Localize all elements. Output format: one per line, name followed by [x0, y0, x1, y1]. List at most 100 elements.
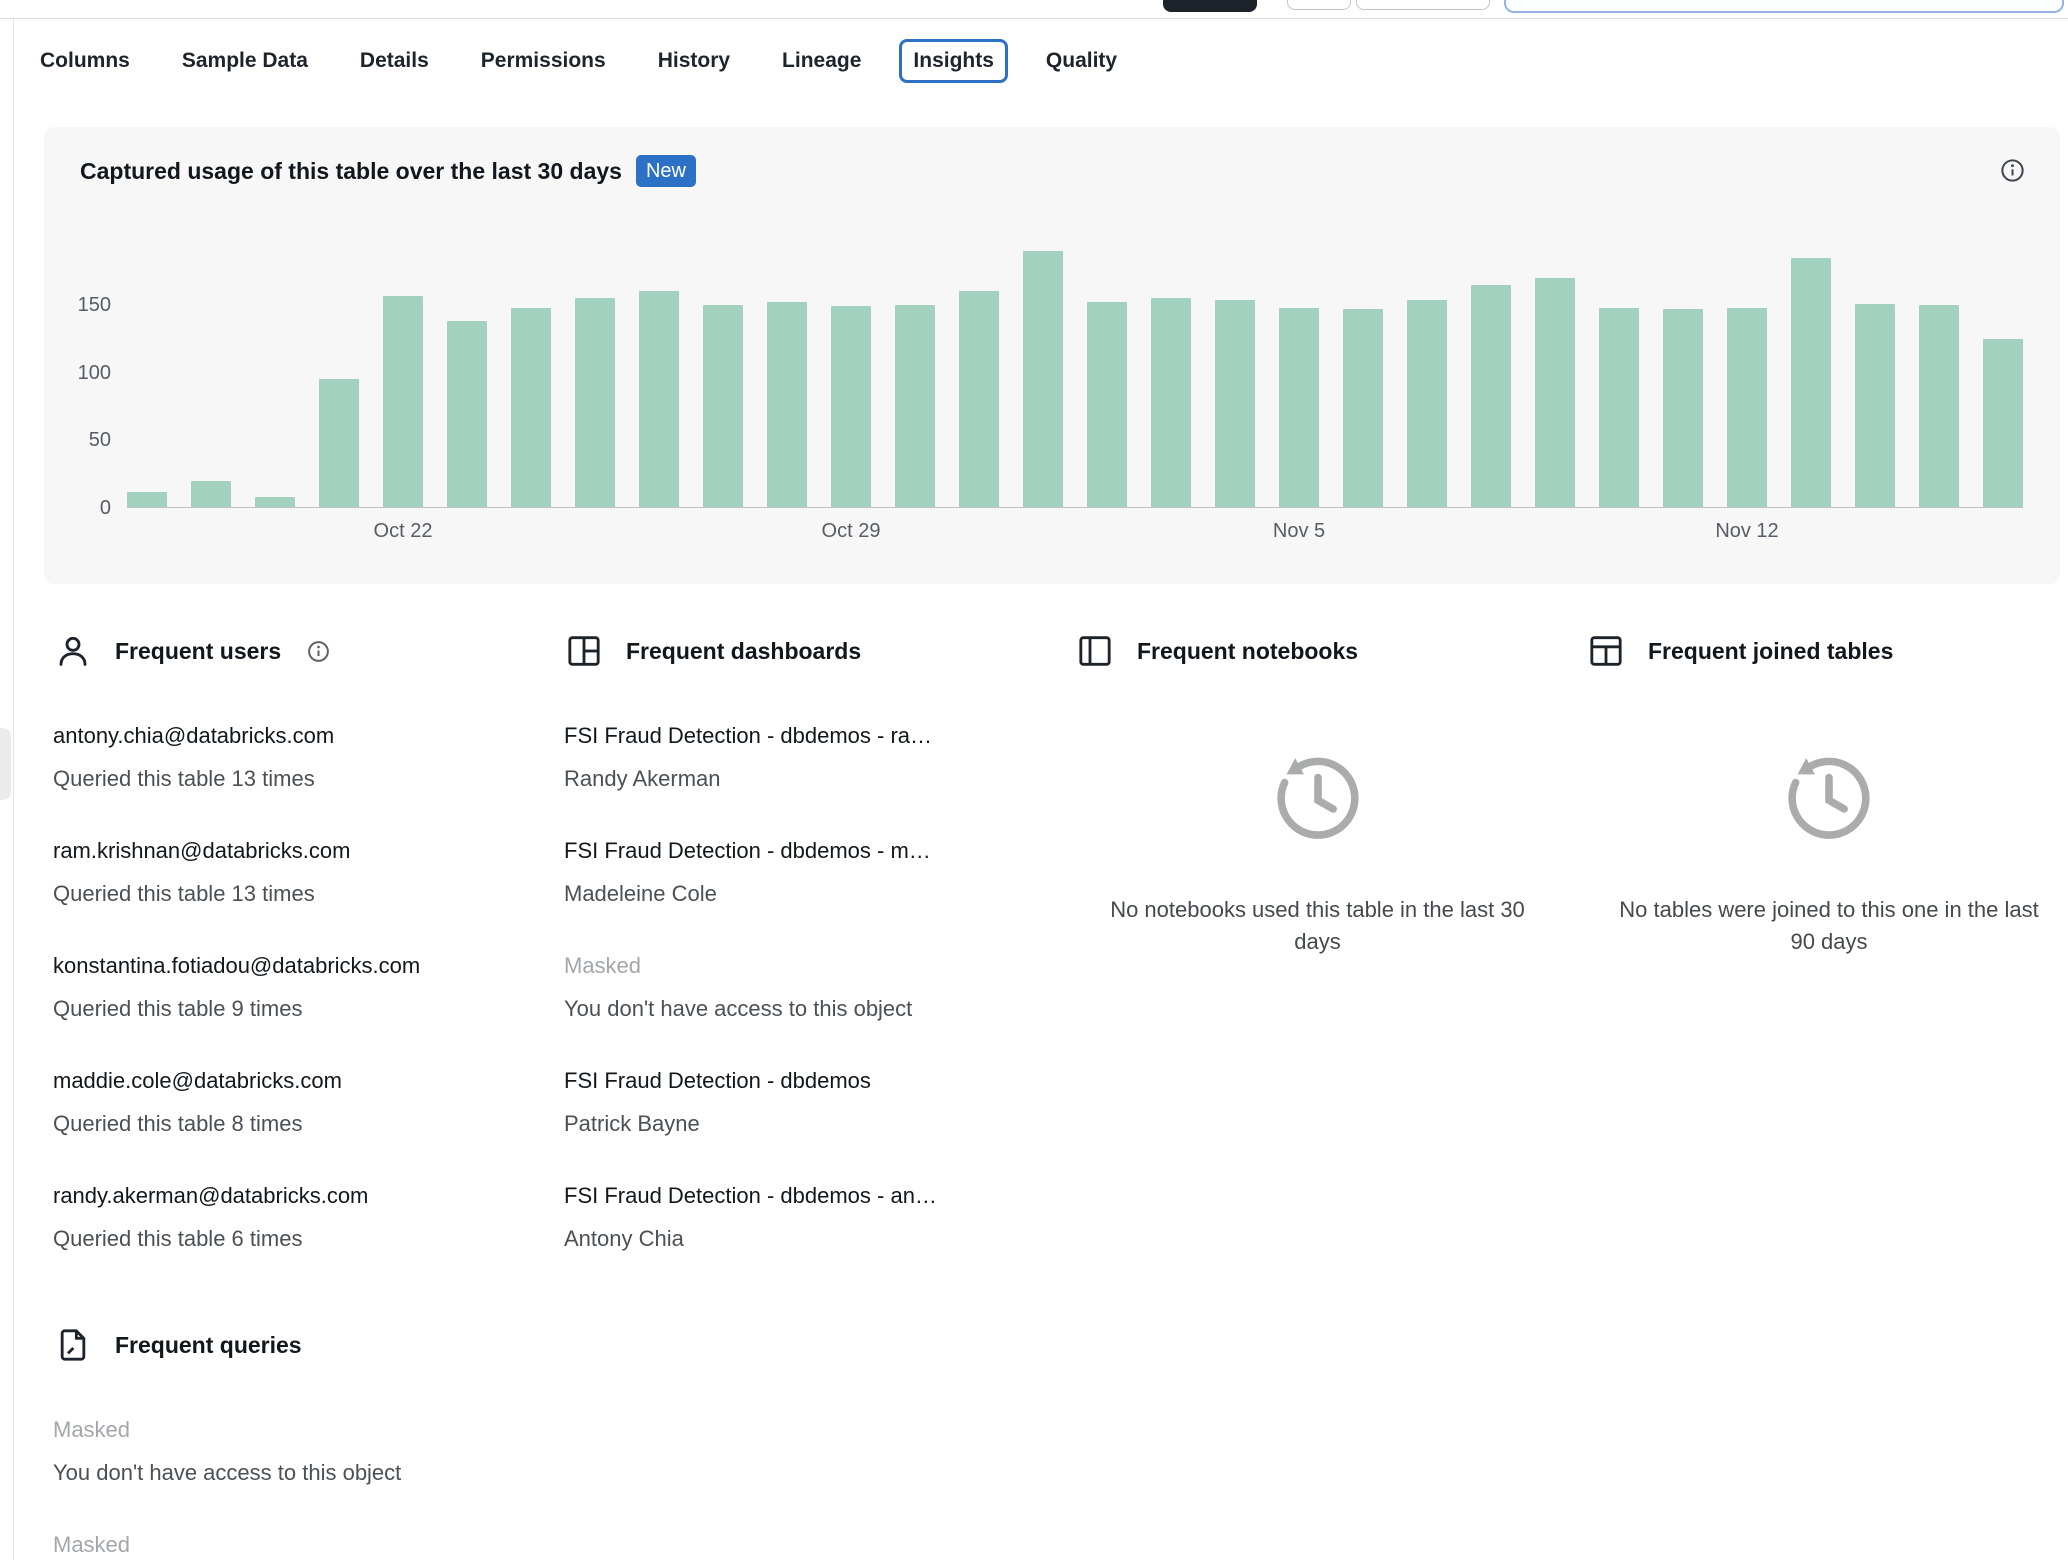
notebooks-empty-text: No notebooks used this table in the last… — [1110, 897, 1525, 954]
person-icon — [53, 631, 93, 671]
usage-bar — [831, 306, 871, 508]
x-axis-tick: Oct 29 — [821, 520, 881, 542]
usage-panel-title: Captured usage of this table over the la… — [80, 157, 622, 184]
history-clock-icon — [1788, 757, 1870, 839]
frequent-queries-header: Frequent queries — [53, 1318, 673, 1372]
dashboard-owner: Randy Akerman — [564, 766, 721, 791]
list-item: antony.chia@databricks.com Queried this … — [53, 720, 538, 795]
tab-insights[interactable]: Insights — [899, 39, 1008, 83]
frequent-queries-title: Frequent queries — [115, 1331, 302, 1358]
usage-bar — [511, 307, 551, 508]
usage-bar — [319, 379, 359, 508]
usage-bar — [383, 295, 423, 508]
frequent-queries-section: Frequent queries Masked You don't have a… — [53, 1318, 673, 1560]
x-axis-tick: Nov 5 — [1272, 520, 1326, 542]
frequent-users-title: Frequent users — [115, 637, 282, 664]
sidebar-partial-item[interactable] — [0, 728, 11, 800]
usage-bar — [1087, 302, 1127, 508]
usage-bar — [1215, 299, 1255, 508]
history-clock-icon — [1276, 757, 1359, 839]
toolbar-partial-button-2[interactable] — [1356, 0, 1490, 10]
toolbar-partial-search-input[interactable] — [1504, 0, 2064, 13]
query-no-access-text: You don't have access to this object — [53, 1460, 402, 1485]
usage-bar — [1471, 284, 1511, 508]
usage-bar — [575, 298, 615, 508]
tab-columns[interactable]: Columns — [40, 46, 130, 76]
joined-table-icon — [1586, 631, 1626, 671]
user-email: maddie.cole@databricks.com — [53, 1068, 342, 1093]
list-item: Masked You don't have access to this obj… — [564, 950, 1049, 1025]
user-query-count: Queried this table 9 times — [53, 996, 303, 1021]
user-email: antony.chia@databricks.com — [53, 723, 335, 748]
frequent-users-header: Frequent users — [53, 624, 538, 678]
y-axis-tick: 150 — [77, 294, 111, 317]
usage-bar — [127, 491, 167, 508]
usage-bar — [1983, 338, 2023, 508]
dashboard-name-masked: Masked — [564, 953, 642, 978]
query-file-icon — [53, 1325, 93, 1365]
toolbar-partial-dark-button[interactable] — [1163, 0, 1257, 12]
tab-permissions[interactable]: Permissions — [481, 46, 606, 76]
toolbar-partial-button-1[interactable] — [1287, 0, 1351, 10]
usage-bar — [1023, 250, 1063, 508]
tab-quality[interactable]: Quality — [1046, 46, 1117, 76]
usage-bar — [767, 302, 807, 508]
list-item: FSI Fraud Detection - dbdemos Patrick Ba… — [564, 1065, 1049, 1140]
x-axis-tick: Oct 22 — [373, 520, 433, 542]
frequent-joined-tables-title: Frequent joined tables — [1648, 637, 1894, 664]
dashboard-no-access-text: You don't have access to this object — [564, 996, 913, 1021]
usage-bar — [1279, 307, 1319, 508]
header-divider — [0, 18, 2068, 19]
query-masked: Masked — [53, 1417, 131, 1442]
tab-bar: Columns Sample Data Details Permissions … — [40, 39, 1117, 83]
dashboard-name[interactable]: FSI Fraud Detection - dbdemos — [564, 1065, 1049, 1097]
frequent-joined-tables-column: Frequent joined tables No tables were jo… — [1586, 624, 2068, 1295]
user-query-count: Queried this table 8 times — [53, 1111, 303, 1136]
dashboard-owner: Antony Chia — [564, 1226, 684, 1251]
tab-lineage[interactable]: Lineage — [782, 46, 861, 76]
frequent-joined-tables-header: Frequent joined tables — [1586, 624, 2068, 678]
usage-bar — [1407, 299, 1447, 508]
joined-tables-empty-state: No tables were joined to this one in the… — [1586, 744, 2068, 958]
list-item: konstantina.fotiadou@databricks.com Quer… — [53, 950, 538, 1025]
chart-area: 0 50 100 150 Oct 22 Oct 29 Nov 5 Nov 12 — [78, 238, 2023, 542]
y-axis-tick: 0 — [99, 497, 111, 519]
user-query-count: Queried this table 13 times — [53, 881, 315, 906]
user-email: randy.akerman@databricks.com — [53, 1183, 369, 1208]
frequent-notebooks-title: Frequent notebooks — [1137, 637, 1359, 664]
usage-panel-header: Captured usage of this table over the la… — [80, 155, 696, 187]
usage-bar — [895, 305, 935, 508]
notebook-icon — [1075, 631, 1115, 671]
usage-bar — [1855, 303, 1895, 508]
dashboard-name[interactable]: FSI Fraud Detection - dbdemos - an… — [564, 1180, 1049, 1212]
dashboard-owner: Madeleine Cole — [564, 881, 717, 906]
tab-sample-data[interactable]: Sample Data — [182, 46, 308, 76]
chart-bars — [127, 238, 2023, 508]
tab-details[interactable]: Details — [360, 46, 429, 76]
usage-bar — [1599, 307, 1639, 508]
tab-history[interactable]: History — [658, 46, 730, 76]
page: Columns Sample Data Details Permissions … — [0, 0, 2068, 1560]
frequent-notebooks-column: Frequent notebooks No notebooks used thi… — [1075, 624, 1560, 1295]
user-email: konstantina.fotiadou@databricks.com — [53, 953, 421, 978]
usage-bar — [1663, 309, 1703, 508]
dashboard-name[interactable]: FSI Fraud Detection - dbdemos - ra… — [564, 720, 1049, 752]
user-query-count: Queried this table 13 times — [53, 766, 315, 791]
user-query-count: Queried this table 6 times — [53, 1226, 303, 1251]
usage-bar — [959, 291, 999, 508]
user-email: ram.krishnan@databricks.com — [53, 838, 351, 863]
query-masked: Masked — [53, 1532, 131, 1557]
list-item: FSI Fraud Detection - dbdemos - an… Anto… — [564, 1180, 1049, 1255]
info-icon[interactable] — [1999, 157, 2026, 184]
list-item: FSI Fraud Detection - dbdemos - ra… Rand… — [564, 720, 1049, 795]
usage-bar — [1791, 257, 1831, 508]
list-item: ram.krishnan@databricks.com Queried this… — [53, 835, 538, 910]
new-badge: New — [635, 155, 696, 187]
dashboard-owner: Patrick Bayne — [564, 1111, 700, 1136]
usage-bar — [1151, 298, 1191, 508]
usage-bar — [703, 305, 743, 508]
info-icon[interactable] — [306, 639, 331, 664]
usage-bar — [1535, 277, 1575, 508]
notebooks-empty-state: No notebooks used this table in the last… — [1075, 744, 1560, 958]
dashboard-name[interactable]: FSI Fraud Detection - dbdemos - m… — [564, 835, 1049, 867]
